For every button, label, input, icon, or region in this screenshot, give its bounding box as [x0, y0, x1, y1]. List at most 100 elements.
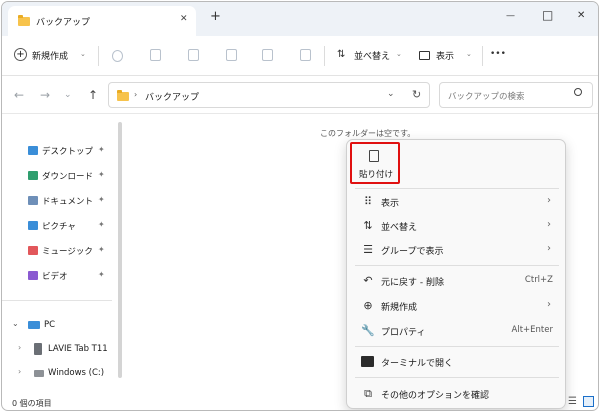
sidebar-item-label: ミュージック: [42, 247, 93, 257]
menu-item-label: その他のオプションを確認: [381, 391, 490, 401]
new-button-label: 新規作成: [32, 52, 69, 62]
search-input[interactable]: バックアップの検索: [439, 82, 593, 108]
up-arrow-icon[interactable]: ↑: [88, 88, 98, 102]
sidebar-item-label: ピクチャ: [42, 222, 76, 232]
forward-arrow-icon[interactable]: →: [40, 88, 50, 102]
tiles-view-icon[interactable]: [583, 396, 594, 407]
menu-item-show-more-options[interactable]: ⧉ その他のオプションを確認: [355, 382, 559, 406]
sidebar-item-lavie-tab[interactable]: › LAVIE Tab T11: [16, 342, 120, 358]
plus-circle-icon: ⊕: [363, 299, 373, 312]
more-options-button[interactable]: •••: [490, 49, 506, 59]
plus-circle-icon: +: [14, 48, 27, 61]
menu-item-sort[interactable]: ⇅ 並べ替え ›: [355, 214, 559, 238]
menu-item-new[interactable]: ⊕ 新規作成 ›: [355, 294, 559, 318]
music-icon: [28, 246, 38, 255]
sidebar-scrollbar[interactable]: [118, 122, 122, 378]
search-icon[interactable]: [574, 88, 582, 96]
copy-icon[interactable]: [150, 49, 161, 61]
menu-item-label: グループで表示: [381, 247, 444, 257]
address-bar[interactable]: › バックアップ ⌄ ↻: [108, 82, 430, 108]
chevron-right-icon: ›: [547, 299, 551, 310]
close-tab-icon[interactable]: ✕: [180, 14, 188, 24]
wrench-icon: 🔧: [361, 324, 375, 337]
computer-icon: [28, 321, 40, 329]
sidebar-item-videos[interactable]: ビデオ ✦: [26, 268, 122, 284]
address-dropdown-icon[interactable]: ⌄: [387, 89, 395, 99]
desktop-icon: [28, 146, 38, 155]
menu-item-group-by[interactable]: ☰ グループで表示 ›: [355, 238, 559, 262]
drive-icon: [34, 370, 44, 377]
view-button[interactable]: 表示 ⌄: [416, 44, 478, 68]
folder-icon: [117, 90, 129, 101]
maximize-button[interactable]: □: [542, 8, 553, 22]
sort-arrows-icon: ⇅: [363, 219, 373, 232]
grid-icon: ⠿: [363, 195, 373, 208]
minimize-button[interactable]: —: [506, 11, 515, 21]
menu-item-properties[interactable]: 🔧 プロパティ Alt+Enter: [355, 319, 559, 343]
menu-separator: [355, 188, 559, 189]
details-view-icon[interactable]: ☰: [568, 396, 577, 407]
tab-backup[interactable]: バックアップ ✕: [8, 6, 196, 36]
rename-icon[interactable]: [226, 49, 237, 61]
new-button[interactable]: + 新規作成 ⌄: [12, 44, 90, 68]
sidebar-item-music[interactable]: ミュージック ✦: [26, 243, 122, 259]
sidebar-item-label: デスクトップ: [42, 147, 94, 157]
pictures-icon: [28, 221, 38, 230]
chevron-right-icon: ›: [547, 219, 551, 230]
sidebar-item-downloads[interactable]: ダウンロード ✦: [26, 168, 122, 184]
cut-icon[interactable]: [112, 50, 123, 62]
menu-item-label: 並べ替え: [381, 223, 418, 233]
pin-icon: ✦: [98, 270, 105, 279]
videos-icon: [28, 271, 38, 280]
chevron-down-icon: ⌄: [466, 50, 472, 58]
sidebar-item-label: PC: [44, 320, 56, 330]
sidebar-item-documents[interactable]: ドキュメント ✦: [26, 193, 122, 209]
close-window-button[interactable]: ✕: [577, 10, 585, 21]
recent-chevron-icon[interactable]: ⌄: [64, 90, 72, 100]
menu-item-view[interactable]: ⠿ 表示 ›: [355, 190, 559, 214]
file-explorer-window: バックアップ ✕ + — □ ✕ + 新規作成 ⌄ ⇅ 並べ替え ⌄ 表示 ⌄: [1, 1, 599, 411]
refresh-icon[interactable]: ↻: [412, 88, 421, 101]
pin-icon: ✦: [98, 195, 105, 204]
sort-button-label: 並べ替え: [354, 52, 391, 62]
pin-icon: ✦: [98, 170, 105, 179]
toolbar-divider: [324, 46, 325, 66]
device-icon: [34, 343, 42, 355]
download-icon: [28, 171, 38, 180]
new-tab-button[interactable]: +: [210, 9, 221, 24]
sidebar-item-label: ダウンロード: [42, 172, 94, 182]
menu-item-label: 元に戻す - 削除: [381, 278, 444, 288]
folder-icon: [18, 15, 30, 26]
menu-item-shortcut: Alt+Enter: [511, 325, 553, 335]
chevron-down-icon: ⌄: [396, 50, 402, 58]
group-list-icon: ☰: [363, 243, 373, 256]
sidebar-item-windows-c[interactable]: › Windows (C:): [16, 366, 120, 382]
title-bar: バックアップ ✕ + — □ ✕: [2, 2, 598, 36]
tab-title: バックアップ: [36, 18, 91, 28]
pin-icon: ✦: [98, 220, 105, 229]
menu-item-open-terminal[interactable]: ターミナルで開く: [355, 350, 559, 374]
menu-item-label: ターミナルで開く: [381, 359, 454, 369]
pin-icon: ✦: [98, 245, 105, 254]
sidebar-item-pc[interactable]: ⌄ PC: [10, 318, 114, 334]
terminal-icon: [361, 356, 374, 367]
share-icon[interactable]: [262, 49, 273, 61]
menu-item-undo-delete[interactable]: ↶ 元に戻す - 削除 Ctrl+Z: [355, 269, 559, 293]
address-row: ← → ⌄ ↑ › バックアップ ⌄ ↻ バックアップの検索: [2, 76, 598, 114]
sort-button[interactable]: ⇅ 並べ替え ⌄: [334, 44, 408, 68]
sidebar-item-desktop[interactable]: デスクトップ ✦: [26, 143, 122, 159]
sidebar-divider: [2, 300, 112, 301]
undo-icon: ↶: [363, 274, 373, 287]
sidebar-item-label: Windows (C:): [48, 368, 105, 378]
paste-icon[interactable]: [188, 49, 199, 61]
highlight-frame: [350, 142, 400, 184]
delete-icon[interactable]: [300, 49, 311, 61]
toolbar-divider: [482, 46, 483, 66]
chevron-right-icon: ›: [547, 243, 551, 254]
breadcrumb-path[interactable]: バックアップ: [145, 90, 199, 103]
back-arrow-icon[interactable]: ←: [14, 88, 24, 102]
chevron-down-icon: ⌄: [12, 319, 19, 328]
sidebar-item-pictures[interactable]: ピクチャ ✦: [26, 218, 122, 234]
pin-icon: ✦: [98, 145, 105, 154]
menu-separator: [355, 346, 559, 347]
